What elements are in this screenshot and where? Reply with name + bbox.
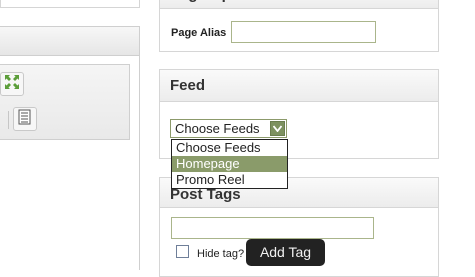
document-icon (18, 109, 32, 130)
page-options-panel: Page Options Page Alias (159, 0, 439, 52)
left-top-panel (0, 0, 140, 8)
feed-option-promo-reel[interactable]: Promo Reel (172, 172, 287, 188)
toolbar-separator (8, 111, 9, 129)
document-button[interactable] (13, 107, 37, 131)
feed-title: Feed (160, 70, 438, 102)
post-tag-input[interactable] (171, 217, 374, 239)
chevron-down-icon[interactable] (270, 121, 285, 136)
page-alias-label: Page Alias (171, 27, 227, 39)
feed-select-value: Choose Feeds (175, 121, 260, 136)
cut-off-text (172, 269, 402, 271)
page-alias-input[interactable] (231, 21, 376, 43)
expand-arrows-icon (4, 74, 20, 95)
feed-option-choose[interactable]: Choose Feeds (172, 140, 287, 156)
feed-dropdown-list: Choose Feeds Homepage Promo Reel (171, 139, 288, 189)
hide-tag-checkbox[interactable] (176, 245, 189, 258)
editor-header (0, 26, 140, 56)
feed-select[interactable]: Choose Feeds (170, 119, 287, 138)
page-options-title: Page Options (160, 0, 438, 9)
editor-toolbar (0, 64, 130, 140)
hide-tag-label: Hide tag? (197, 248, 245, 260)
add-tag-tooltip: Add Tag (246, 239, 325, 266)
feed-option-homepage[interactable]: Homepage (172, 156, 287, 172)
fullscreen-button[interactable] (0, 72, 24, 96)
